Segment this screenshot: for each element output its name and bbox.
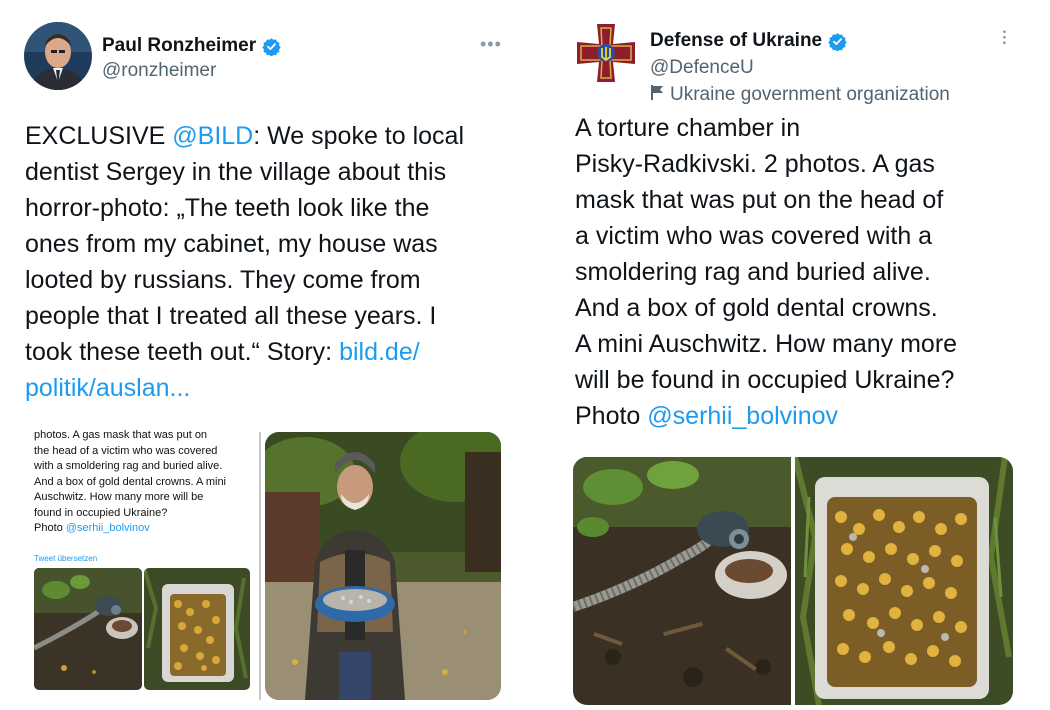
embedded-line: Photo [34,522,66,534]
ukraine-defense-emblem[interactable] [575,22,637,84]
more-options-icon[interactable]: ••• [998,30,1009,47]
avatar[interactable] [24,22,92,90]
story-link[interactable]: bild.de/ [339,338,420,366]
tweet-paul-ronzheimer[interactable]: Paul Ronzheimer @ronzheimer ••• EXCLUSIV… [0,0,525,710]
embedded-mention[interactable]: @serhii_bolvinov [66,522,150,534]
flag-icon [650,84,664,106]
text-line: dentist Sergey in the village about this [25,158,447,186]
text-line: EXCLUSIVE [25,122,173,150]
embedded-line: found in occupied Ukraine? [34,506,168,519]
embedded-tweet-screenshot[interactable]: photos. A gas mask that was put on the h… [24,426,256,700]
author-handle[interactable]: @ronzheimer [102,60,216,82]
text-line: A torture chamber in [575,114,801,142]
photo-gold-crowns-box[interactable] [795,457,1013,705]
text-line: a victim who was covered with a [575,222,933,250]
text-line: horror-photo: „The teeth look like the [25,194,430,222]
photo-dentist[interactable] [265,432,501,700]
mention-link[interactable]: @serhii_bolvinov [647,402,838,430]
text-line: took these teeth out.“ Story: [25,338,340,366]
embedded-line: And a box of gold dental crowns. A mini [34,475,227,488]
author-name-text[interactable]: Paul Ronzheimer [102,35,256,57]
embedded-photo-crowns[interactable] [144,568,250,690]
mention-link[interactable]: @BILD [172,122,253,150]
text-line: ones from my cabinet, my house was [25,230,438,258]
text-line: Pisky-Radkivski. 2 photos. A gas [575,150,935,178]
embedded-photo-gas-mask[interactable] [34,568,142,690]
more-options-icon[interactable]: ••• [480,34,502,55]
embedded-line: with a smoldering rag and buried alive. [34,460,223,472]
text-line: looted by russians. They come from [25,266,421,294]
text-line: will be found in occupied Ukraine? [575,366,955,394]
story-link-continued[interactable]: politik/auslan... [25,374,190,402]
author-name-text[interactable]: Defense of Ukraine [650,30,822,52]
author-handle[interactable]: @DefenceU [650,57,754,79]
government-label: Ukraine government organization [650,84,950,106]
media-divider [259,432,261,700]
text-line: Photo [575,402,648,430]
tweet-text: A torture chamber in Pisky-Radkivski. 2 … [575,110,1045,434]
author-name[interactable]: Defense of Ukraine [650,30,847,52]
verified-badge-icon [262,37,281,57]
text-line: smoldering rag and buried alive. [575,258,931,286]
tweet-text: EXCLUSIVE @BILD: We spoke to local denti… [25,118,520,406]
embedded-line: photos. A gas mask that was put on [34,429,208,441]
embedded-tweet-text: photos. A gas mask that was put on the h… [34,428,256,537]
government-label-text: Ukraine government organization [670,84,950,105]
text-line: A mini Auschwitz. How many more [575,330,958,358]
text-line: mask that was put on the head of [575,186,944,214]
tweet-defense-of-ukraine[interactable]: Defense of Ukraine @DefenceU Ukraine gov… [540,0,1050,710]
text-line: : We spoke to local [253,122,465,150]
translate-link[interactable]: Tweet übersetzen [34,554,97,563]
embedded-line: the head of a victim who was covered [34,444,218,457]
verified-badge-icon [828,32,847,52]
author-name[interactable]: Paul Ronzheimer [102,35,281,57]
photo-gas-mask[interactable] [573,457,791,705]
text-line: And a box of gold dental crowns. [575,294,938,322]
embedded-line: Auschwitz. How many more will be [34,491,204,503]
text-line: people that I treated all these years. I [25,302,437,330]
